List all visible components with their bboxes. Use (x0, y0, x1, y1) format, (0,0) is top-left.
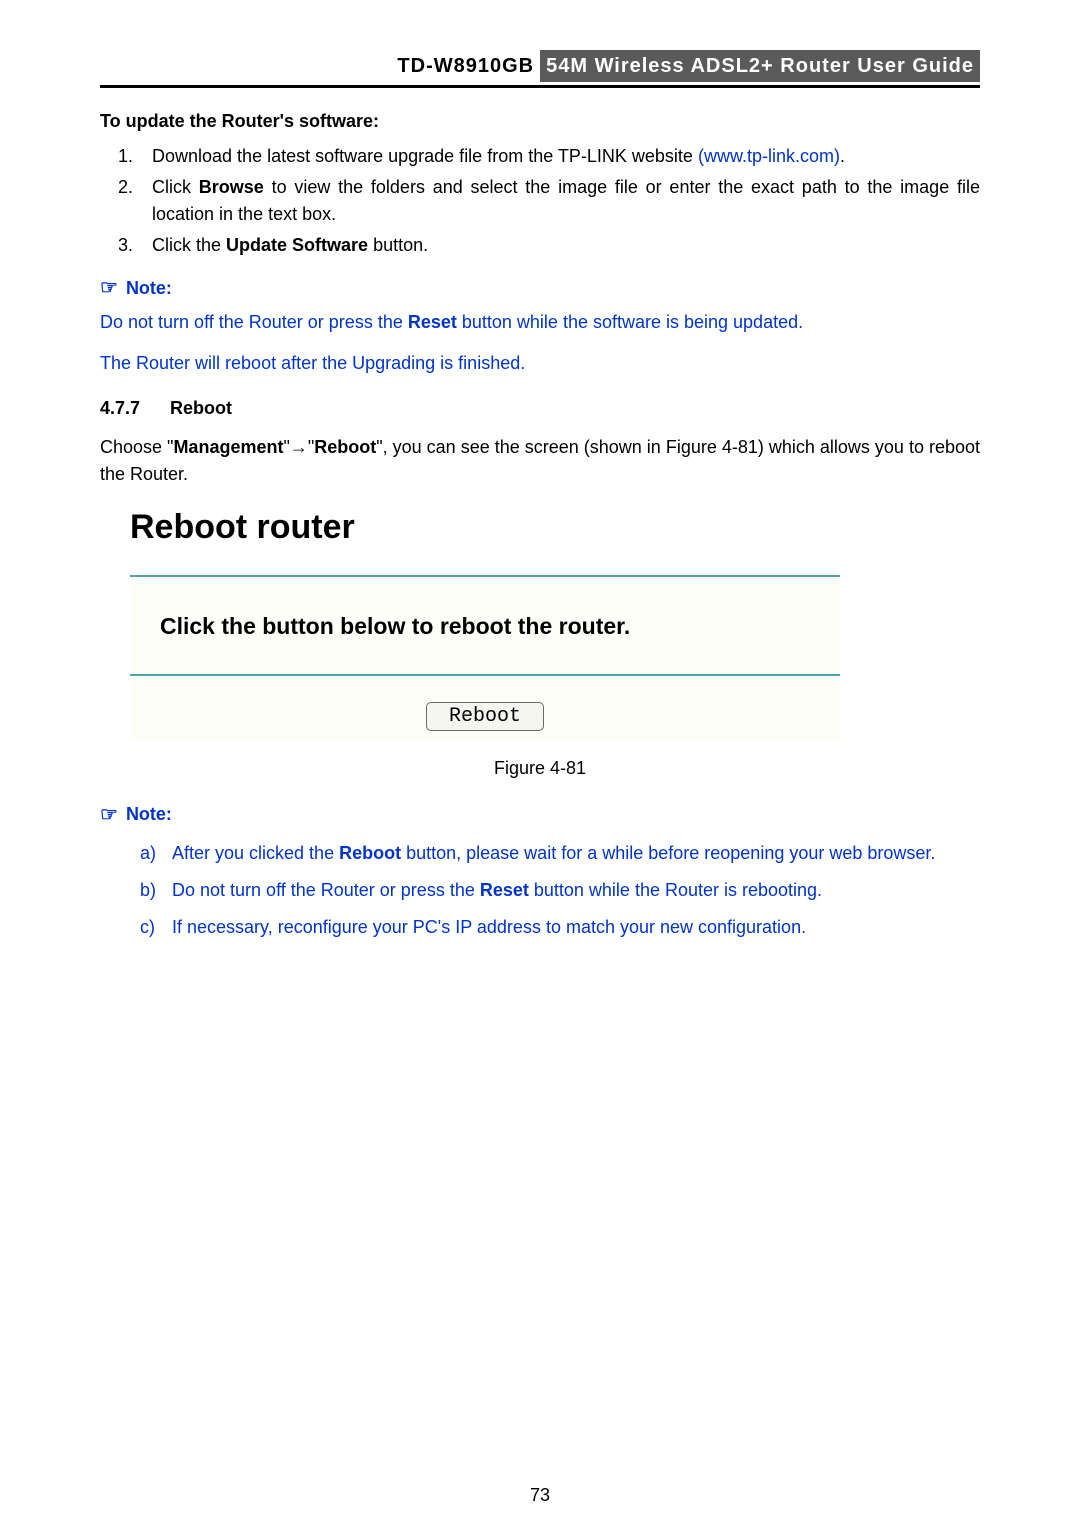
item-label: a) (140, 840, 172, 867)
list-item: b)Do not turn off the Router or press th… (140, 877, 980, 904)
management-label: Management (173, 437, 283, 457)
button-row: Reboot (130, 676, 840, 741)
figure-title: Reboot router (130, 502, 980, 553)
list-item: Click the Update Software button. (138, 232, 980, 259)
section-number: 4.7.7 (100, 395, 170, 422)
list-item: Click Browse to view the folders and sel… (138, 174, 980, 228)
reset-label: Reset (408, 312, 457, 332)
reboot-panel: Click the button below to reboot the rou… (130, 575, 840, 741)
note-label: ☞ Note: (100, 800, 980, 830)
text: Do not turn off the Router or press the (172, 880, 480, 900)
figure-caption: Figure 4-81 (100, 755, 980, 782)
text: After you clicked the (172, 843, 339, 863)
reboot-label: Reboot (339, 843, 401, 863)
note-line: Do not turn off the Router or press the … (100, 309, 980, 336)
list-item: Download the latest software upgrade fil… (138, 143, 980, 170)
text: Click (152, 177, 199, 197)
text: Click the (152, 235, 226, 255)
reboot-paragraph: Choose "Management"→"Reboot", you can se… (100, 434, 980, 488)
hand-icon: ☞ (100, 273, 118, 303)
text: . (840, 146, 845, 166)
arrow-icon: → (290, 437, 308, 457)
reboot-label: Reboot (314, 437, 376, 457)
note-label: ☞ Note: (100, 273, 980, 303)
model-number: TD-W8910GB (397, 51, 534, 81)
note-text: Note: (126, 275, 172, 302)
text: button. (368, 235, 428, 255)
note-list: a)After you clicked the Reboot button, p… (140, 840, 980, 941)
section-title: Reboot (170, 398, 232, 418)
section-heading: 4.7.7Reboot (100, 395, 980, 422)
text: button, please wait for a while before r… (401, 843, 935, 863)
browse-label: Browse (199, 177, 264, 197)
item-label: c) (140, 914, 172, 941)
reboot-prompt: Click the button below to reboot the rou… (130, 575, 840, 676)
text: button while the software is being updat… (457, 312, 803, 332)
figure-4-81: Reboot router Click the button below to … (120, 502, 980, 741)
page-number: 73 (0, 1482, 1080, 1509)
text: Download the latest software upgrade fil… (152, 146, 698, 166)
note-text: Note: (126, 801, 172, 828)
reboot-button[interactable]: Reboot (426, 702, 544, 731)
text: Do not turn off the Router or press the (100, 312, 408, 332)
text: to view the folders and select the image… (152, 177, 980, 224)
update-steps-list: Download the latest software upgrade fil… (100, 143, 980, 259)
tp-link-url[interactable]: (www.tp-link.com) (698, 146, 840, 166)
text: If necessary, reconfigure your PC's IP a… (172, 917, 806, 937)
reset-label: Reset (480, 880, 529, 900)
text: Choose " (100, 437, 173, 457)
update-heading: To update the Router's software: (100, 108, 980, 135)
note-line: The Router will reboot after the Upgradi… (100, 350, 980, 377)
list-item: c)If necessary, reconfigure your PC's IP… (140, 914, 980, 941)
page-header: TD-W8910GB 54M Wireless ADSL2+ Router Us… (100, 50, 980, 88)
list-item: a)After you clicked the Reboot button, p… (140, 840, 980, 867)
update-software-label: Update Software (226, 235, 368, 255)
guide-title: 54M Wireless ADSL2+ Router User Guide (540, 50, 980, 82)
text: button while the Router is rebooting. (529, 880, 822, 900)
item-label: b) (140, 877, 172, 904)
hand-icon: ☞ (100, 800, 118, 830)
